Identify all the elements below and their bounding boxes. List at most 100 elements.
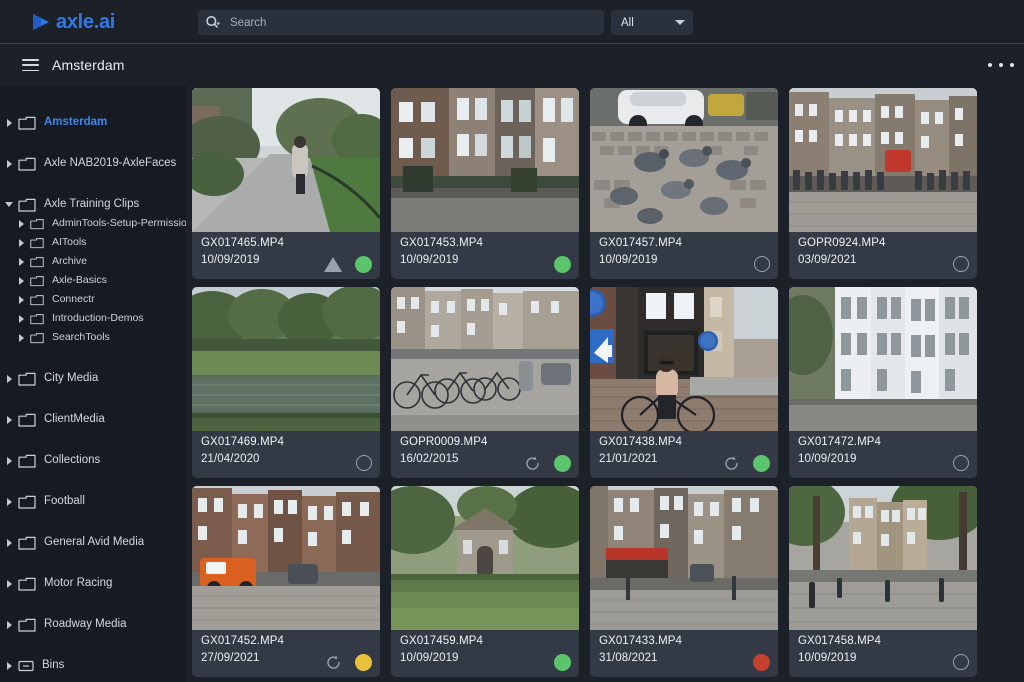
chevron-right-icon[interactable] — [16, 333, 26, 342]
media-thumbnail[interactable] — [590, 287, 778, 431]
sync-icon[interactable] — [325, 654, 342, 671]
search-icon — [206, 15, 220, 28]
media-thumbnail[interactable] — [391, 486, 579, 630]
media-thumbnail[interactable] — [192, 486, 380, 630]
sidebar-item-amsterdam[interactable]: Amsterdam — [0, 113, 186, 132]
sidebar-item-label: City Media — [44, 371, 99, 384]
media-card-meta: GX017452.MP4 27/09/2021 — [192, 630, 380, 677]
breadcrumb-bar: Amsterdam — [0, 45, 1024, 85]
sync-icon[interactable] — [723, 455, 740, 472]
media-card[interactable]: GX017457.MP4 10/09/2019 — [590, 88, 778, 279]
chevron-right-icon[interactable] — [4, 118, 14, 127]
status-badge-green[interactable] — [355, 255, 372, 273]
media-card[interactable]: GX017452.MP4 27/09/2021 — [192, 486, 380, 677]
sidebar-item-general-avid-media[interactable]: General Avid Media — [0, 533, 186, 552]
folder-icon-wrap — [18, 372, 44, 386]
media-status-badges — [356, 453, 372, 473]
kebab-icon[interactable] — [988, 58, 1014, 72]
media-card[interactable]: GX017458.MP4 10/09/2019 — [789, 486, 977, 677]
chevron-right-icon[interactable] — [4, 579, 14, 588]
folder-icon — [30, 237, 44, 248]
sidebar-item-label: Axle Training Clips — [44, 197, 140, 210]
status-badge-empty[interactable] — [953, 455, 969, 471]
app-logo[interactable]: axle.ai — [30, 12, 115, 32]
sidebar-tree[interactable]: Amsterdam Axle NAB2019-AxleFaces Axle Trai… — [0, 85, 186, 682]
status-badge-empty[interactable] — [356, 455, 372, 471]
sidebar-item-collections[interactable]: Collections — [0, 451, 186, 470]
media-filename: GX017452.MP4 — [201, 635, 285, 647]
chevron-right-icon[interactable] — [16, 276, 26, 285]
media-card[interactable]: GX017465.MP4 10/09/2019 — [192, 88, 380, 279]
sidebar-item-motor-racing[interactable]: Motor Racing — [0, 574, 186, 593]
chevron-right-icon[interactable] — [16, 219, 26, 228]
search-input[interactable]: Search — [198, 10, 604, 35]
chevron-right-icon[interactable] — [4, 456, 14, 465]
media-thumbnail[interactable] — [590, 486, 778, 630]
chevron-right-icon[interactable] — [16, 257, 26, 266]
chevron-right-icon[interactable] — [16, 238, 26, 247]
status-badge-empty[interactable] — [953, 256, 969, 272]
sidebar-item-axle-nab2019-axlefaces[interactable]: Axle NAB2019-AxleFaces — [0, 154, 186, 173]
media-card[interactable]: GX017459.MP4 10/09/2019 — [391, 486, 579, 677]
media-thumbnail[interactable] — [789, 88, 977, 232]
chevron-right-icon[interactable] — [16, 314, 26, 323]
media-card[interactable]: GX017469.MP4 21/04/2020 — [192, 287, 380, 478]
chevron-right-icon[interactable] — [4, 620, 14, 629]
media-card[interactable]: GX017453.MP4 10/09/2019 — [391, 88, 579, 279]
chevron-down-icon[interactable] — [4, 202, 14, 207]
status-badge-green[interactable] — [753, 454, 770, 472]
folder-icon — [30, 313, 44, 324]
status-badge-green[interactable] — [554, 255, 571, 273]
status-badge-green[interactable] — [554, 653, 571, 671]
chevron-right-icon[interactable] — [4, 415, 14, 424]
sidebar-item-bins[interactable]: Bins — [0, 656, 186, 675]
chevron-right-icon[interactable] — [4, 497, 14, 506]
media-thumbnail[interactable] — [789, 287, 977, 431]
folder-icon-wrap — [30, 237, 52, 249]
media-thumbnail[interactable] — [590, 88, 778, 232]
media-filename: GX017453.MP4 — [400, 237, 484, 249]
folder-icon-wrap — [18, 577, 44, 591]
sidebar-item-roadway-media[interactable]: Roadway Media — [0, 615, 186, 634]
media-card-meta: GX017458.MP4 10/09/2019 — [789, 630, 977, 677]
chevron-right-icon[interactable] — [4, 159, 14, 168]
hamburger-icon[interactable] — [22, 59, 39, 71]
sidebar-item-axle-training-clips[interactable]: Axle Training Clips — [0, 195, 186, 214]
media-card[interactable]: GOPR0924.MP4 03/09/2021 — [789, 88, 977, 279]
sidebar-item-city-media[interactable]: City Media — [0, 369, 186, 388]
status-badge-empty[interactable] — [953, 654, 969, 670]
filter-dropdown[interactable]: All — [611, 10, 693, 35]
status-badge-green[interactable] — [554, 454, 571, 472]
triangle-status-icon[interactable] — [324, 256, 342, 272]
status-badge-empty[interactable] — [754, 256, 770, 272]
media-thumbnail[interactable] — [789, 486, 977, 630]
chevron-right-icon[interactable] — [4, 661, 14, 670]
media-card[interactable]: GOPR0009.MP4 16/02/2015 — [391, 287, 579, 478]
status-badge-red[interactable] — [753, 653, 770, 671]
sidebar-item-connectr[interactable]: Connectr — [0, 290, 186, 309]
media-card[interactable]: GX017438.MP4 21/01/2021 — [590, 287, 778, 478]
media-status-badges — [554, 652, 571, 672]
sidebar-item-aitools[interactable]: AITools — [0, 233, 186, 252]
media-thumbnail[interactable] — [391, 287, 579, 431]
sidebar-item-archive[interactable]: Archive — [0, 252, 186, 271]
media-thumbnail[interactable] — [391, 88, 579, 232]
sidebar-item-axle-basics[interactable]: Axle-Basics — [0, 271, 186, 290]
filter-selected-value: All — [621, 16, 634, 29]
media-card[interactable]: GX017433.MP4 31/08/2021 — [590, 486, 778, 677]
status-badge-yellow[interactable] — [355, 653, 372, 671]
media-card[interactable]: GX017472.MP4 10/09/2019 — [789, 287, 977, 478]
sidebar-item-searchtools[interactable]: SearchTools — [0, 328, 186, 347]
chevron-right-icon[interactable] — [4, 538, 14, 547]
media-thumbnail[interactable] — [192, 88, 380, 232]
sidebar-item-football[interactable]: Football — [0, 492, 186, 511]
sidebar-item-admintools-setup-permissions[interactable]: AdminTools-Setup-Permissions — [0, 214, 186, 233]
media-card-meta: GOPR0924.MP4 03/09/2021 — [789, 232, 977, 279]
sidebar-item-introduction-demos[interactable]: Introduction-Demos — [0, 309, 186, 328]
chevron-right-icon[interactable] — [16, 295, 26, 304]
chevron-right-icon[interactable] — [4, 374, 14, 383]
sidebar-item-label: Roadway Media — [44, 617, 127, 630]
sync-icon[interactable] — [524, 455, 541, 472]
media-thumbnail[interactable] — [192, 287, 380, 431]
sidebar-item-clientmedia[interactable]: ClientMedia — [0, 410, 186, 429]
